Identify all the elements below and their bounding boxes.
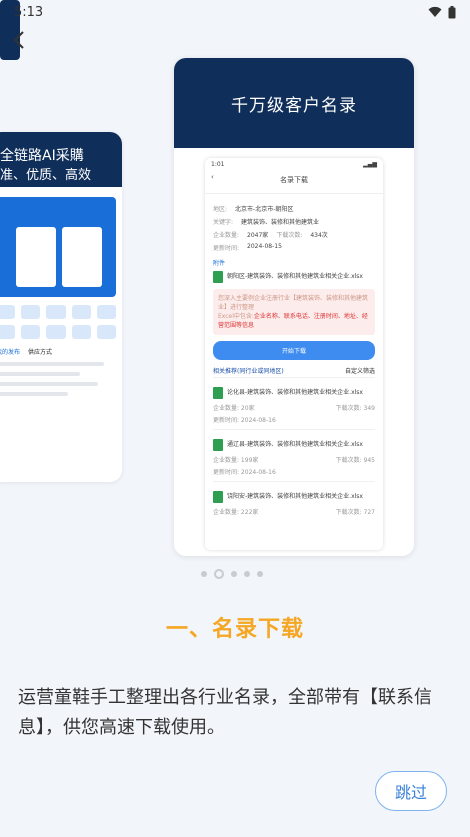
- inner-recommend-header: 相关推荐(同行业或同地区) 自定义筛选: [213, 368, 375, 375]
- status-time: 5:13: [14, 4, 44, 20]
- carousel-pagination: [201, 569, 263, 579]
- left-card-tab-1: 我的发布: [0, 349, 21, 356]
- inner-attach-label: 附件: [213, 260, 226, 267]
- status-icons: [428, 5, 456, 19]
- pagination-dot[interactable]: [201, 571, 207, 577]
- excel-file-icon: [213, 439, 223, 451]
- battery-icon: [448, 5, 456, 18]
- excel-file-icon: [213, 491, 223, 503]
- pagination-dot[interactable]: [231, 571, 237, 577]
- left-card-icon-grid: [0, 305, 116, 339]
- left-card-tabs: 我的发布 供应方式: [0, 347, 116, 356]
- inner-signal-icon: ▂▄▆: [363, 161, 377, 168]
- status-bar: 5:13: [0, 0, 470, 24]
- inner-title-text: 名录下载: [280, 176, 308, 184]
- feature-description: 运营童鞋手工整理出各行业名录，全部带有【联系信息】，供您高速下载使用。: [18, 687, 432, 738]
- left-card-body: 我的发布 供应方式: [0, 187, 122, 408]
- back-button[interactable]: [8, 28, 32, 52]
- pagination-dot[interactable]: [257, 571, 263, 577]
- wifi-icon: [428, 6, 442, 17]
- left-card-line2: 准、优质、高效: [0, 168, 92, 183]
- left-card-tab-2: 供应方式: [28, 349, 53, 356]
- center-card-title: 千万级客户名录: [174, 58, 414, 148]
- inner-back-icon: ‹: [211, 173, 214, 181]
- pagination-dot[interactable]: [244, 571, 250, 577]
- recommend-item: 饶阳安-建筑装饰、装修和其他建筑业相关企业.xlsx 企业数量: 222家 下载次数…: [213, 481, 375, 524]
- recommend-item: 通辽县-建筑装饰、装修和其他建筑业相关企业.xlsx 企业数量: 199家 下载次数…: [213, 429, 375, 481]
- inner-file: 朝阳区-建筑装饰、装修和其他建筑业相关企业.xlsx: [213, 271, 375, 283]
- pagination-dot-active[interactable]: [214, 569, 224, 579]
- carousel-card-current[interactable]: 千万级客户名录 1:01 ▂▄▆ ‹ 名录下载 地区: 北京市-北京市-朝阳区 关…: [174, 58, 414, 556]
- inner-page-title: ‹ 名录下载: [205, 171, 383, 194]
- inner-download-button: 开始下载: [213, 341, 375, 360]
- left-card-line1: 全链路AI采購: [0, 148, 84, 164]
- inner-status-bar: 1:01 ▂▄▆: [205, 158, 383, 171]
- inner-status-time: 1:01: [211, 161, 225, 168]
- inner-warning-box: 您深入主要例企业注册行业【建筑装饰、装修和其他建筑业】进行整理 Excel中包含…: [213, 289, 375, 335]
- left-card-screenshot: [0, 197, 116, 297]
- inner-recommend-list: 论化县-建筑装饰、装修和其他建筑业相关企业.xlsx 企业数量: 20家 下载次数:…: [213, 377, 375, 524]
- section-title: 一、名录下载: [165, 617, 304, 642]
- recommend-item: 论化县-建筑装饰、装修和其他建筑业相关企业.xlsx 企业数量: 20家 下载次数:…: [213, 377, 375, 429]
- chevron-left-icon: [13, 31, 24, 49]
- left-card-header: 全链路AI采購 准、优质、高效: [0, 132, 122, 187]
- carousel-card-previous[interactable]: 全链路AI采購 准、优质、高效 我的发布 供应方式: [0, 132, 122, 482]
- inner-detail-section: 地区: 北京市-北京市-朝阳区 关键字: 建筑装饰、装修和其他建筑业 企业数量: 20…: [205, 194, 383, 530]
- excel-file-icon: [213, 387, 223, 399]
- center-card-screenshot: 1:01 ▂▄▆ ‹ 名录下载 地区: 北京市-北京市-朝阳区 关键字: 建筑装饰、…: [205, 158, 383, 550]
- skip-button[interactable]: 跳过: [375, 771, 447, 811]
- excel-file-icon: [213, 271, 223, 283]
